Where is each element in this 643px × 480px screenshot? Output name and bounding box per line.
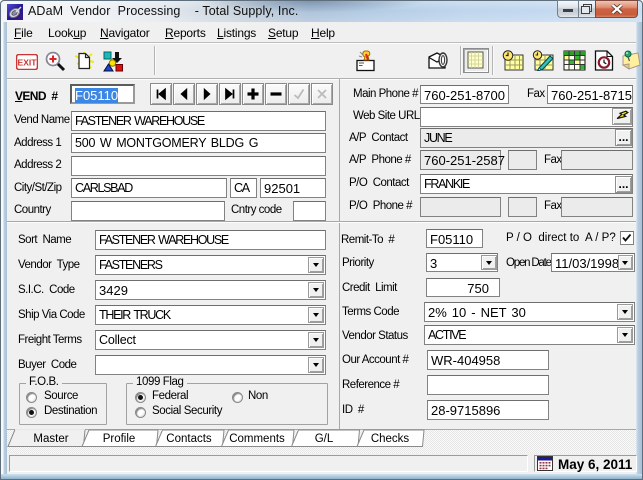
svg-text:Master: Master: [33, 433, 68, 445]
svg-text:Checks: Checks: [371, 433, 410, 445]
svg-text:G/L: G/L: [315, 433, 334, 445]
svg-text:Profile: Profile: [103, 433, 136, 445]
svg-text:Contacts: Contacts: [166, 433, 212, 445]
svg-text:Comments: Comments: [229, 433, 285, 445]
svg-text:EXIT: EXIT: [18, 58, 38, 68]
